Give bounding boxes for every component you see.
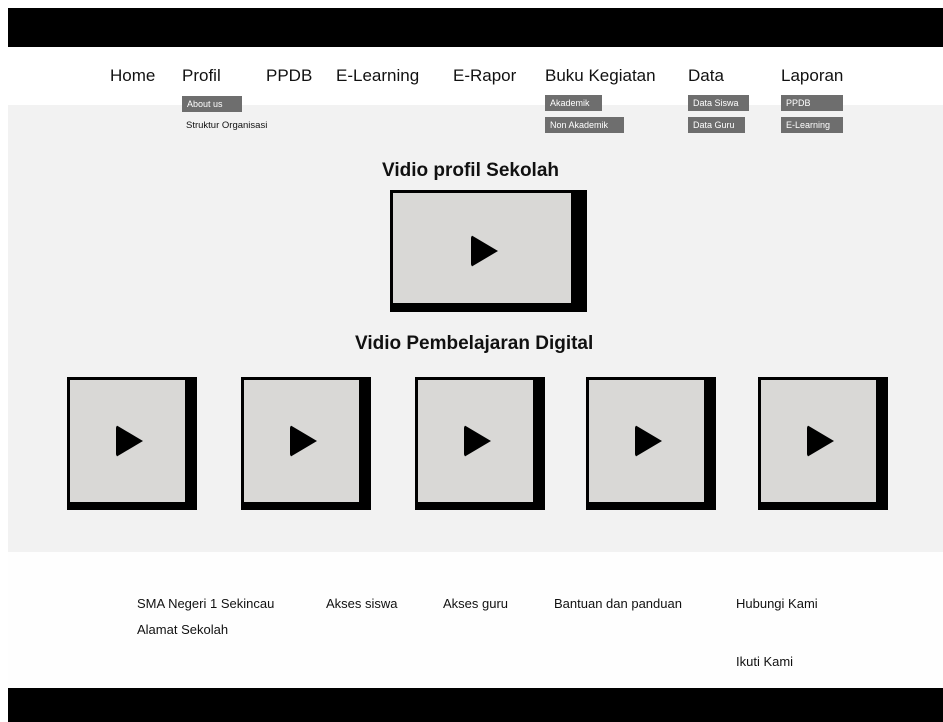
submenu-data-siswa[interactable]: Data Siswa xyxy=(688,95,749,111)
digital-video-5[interactable] xyxy=(758,377,888,510)
nav-data[interactable]: Data xyxy=(688,66,724,86)
digital-video-4[interactable] xyxy=(586,377,716,510)
video-frame-shadow xyxy=(758,502,888,510)
video-frame-shadow xyxy=(533,377,545,510)
nav-buku-kegiatan[interactable]: Buku Kegiatan xyxy=(545,66,656,86)
play-icon[interactable] xyxy=(635,425,662,457)
play-icon[interactable] xyxy=(471,235,498,267)
video-frame-shadow xyxy=(390,303,587,312)
video-frame-shadow xyxy=(586,502,716,510)
footer-hubungi-link[interactable]: Hubungi Kami xyxy=(736,596,818,611)
play-icon[interactable] xyxy=(290,425,317,457)
digital-video-3[interactable] xyxy=(415,377,545,510)
nav-erapor[interactable]: E-Rapor xyxy=(453,66,516,86)
video-frame-shadow xyxy=(67,502,197,510)
footer xyxy=(8,552,943,688)
submenu-data-guru[interactable]: Data Guru xyxy=(688,117,745,133)
submenu-struktur-organisasi[interactable]: Struktur Organisasi xyxy=(186,120,267,131)
video-frame-shadow xyxy=(876,377,888,510)
footer-akses-siswa-link[interactable]: Akses siswa xyxy=(326,596,398,611)
profile-video-title: Vidio profil Sekolah xyxy=(382,160,560,181)
footer-akses-guru-link[interactable]: Akses guru xyxy=(443,596,508,611)
video-frame-shadow xyxy=(185,377,197,510)
digital-video-2[interactable] xyxy=(241,377,371,510)
video-frame-shadow xyxy=(704,377,716,510)
play-icon[interactable] xyxy=(464,425,491,457)
top-bar xyxy=(8,8,943,47)
submenu-non-akademik[interactable]: Non Akademik xyxy=(545,117,624,133)
profile-video-player[interactable] xyxy=(390,190,587,312)
submenu-laporan-elearning[interactable]: E-Learning xyxy=(781,117,843,133)
footer-bantuan-link[interactable]: Bantuan dan panduan xyxy=(554,596,682,611)
play-icon[interactable] xyxy=(116,425,143,457)
video-frame-shadow xyxy=(241,502,371,510)
nav-home[interactable]: Home xyxy=(110,66,155,86)
footer-address: Alamat Sekolah xyxy=(137,622,229,637)
nav-profil[interactable]: Profil xyxy=(182,66,221,86)
submenu-laporan-ppdb[interactable]: PPDB xyxy=(781,95,843,111)
nav-laporan[interactable]: Laporan xyxy=(781,66,843,86)
bottom-bar xyxy=(8,688,943,722)
play-icon[interactable] xyxy=(807,425,834,457)
video-frame-shadow xyxy=(571,190,587,312)
nav-ppdb[interactable]: PPDB xyxy=(266,66,312,86)
footer-school-name: SMA Negeri 1 Sekincau xyxy=(137,596,275,611)
nav-elearning[interactable]: E-Learning xyxy=(336,66,419,86)
submenu-about-us[interactable]: About us xyxy=(182,96,242,112)
digital-video-1[interactable] xyxy=(67,377,197,510)
digital-video-title: Vidio Pembelajaran Digital xyxy=(355,333,594,354)
footer-ikuti-link[interactable]: Ikuti Kami xyxy=(736,654,793,669)
video-frame-shadow xyxy=(359,377,371,510)
submenu-akademik[interactable]: Akademik xyxy=(545,95,602,111)
video-frame-shadow xyxy=(415,502,545,510)
